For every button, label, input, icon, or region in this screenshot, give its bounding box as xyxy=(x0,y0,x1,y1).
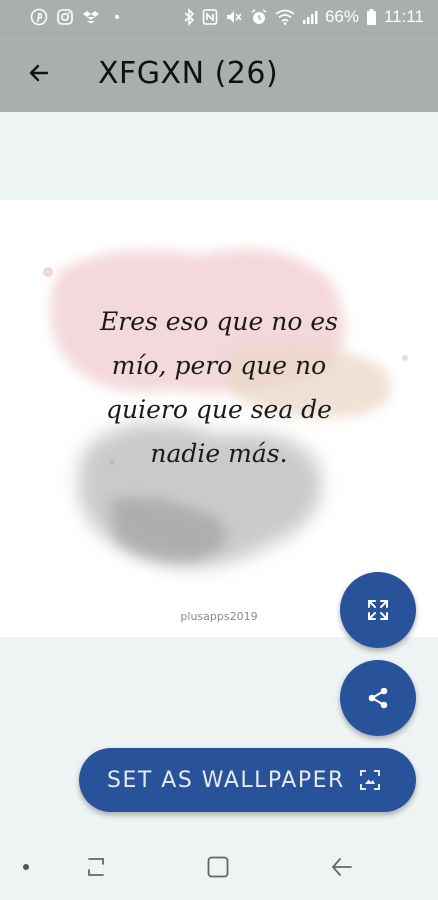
mute-icon xyxy=(225,8,243,26)
app-bar: XFGXN (26) xyxy=(0,34,438,112)
nav-back-button[interactable] xyxy=(312,834,372,900)
alarm-icon xyxy=(250,8,268,26)
pinterest-icon xyxy=(30,8,48,26)
bluetooth-icon xyxy=(183,8,195,26)
system-nav-bar xyxy=(0,834,438,900)
status-left-icons xyxy=(30,8,120,26)
battery-icon xyxy=(366,8,377,26)
notification-dot-icon xyxy=(114,14,120,20)
dot-icon xyxy=(22,863,30,871)
status-right-icons: 66% 11:11 xyxy=(183,7,424,27)
quote-line: nadie más. xyxy=(150,439,288,468)
quote-text: Eres eso que no es mío, pero que no quie… xyxy=(88,300,350,476)
back-icon xyxy=(330,856,354,878)
page-title: XFGXN (26) xyxy=(98,55,279,91)
share-icon xyxy=(365,685,391,711)
arrow-back-icon xyxy=(27,61,51,85)
status-bar: 66% 11:11 xyxy=(0,0,438,34)
share-button[interactable] xyxy=(340,660,416,736)
status-time: 11:11 xyxy=(383,7,424,26)
set-as-wallpaper-button[interactable]: SET AS WALLPAPER xyxy=(79,748,416,812)
signal-icon xyxy=(302,8,318,26)
fullscreen-button[interactable] xyxy=(340,572,416,648)
fullscreen-icon xyxy=(365,597,391,623)
quote-line: Eres eso que no es xyxy=(100,307,338,336)
nav-recents-button[interactable] xyxy=(66,834,126,900)
battery-percent: 66% xyxy=(324,7,359,26)
recents-icon xyxy=(84,856,108,878)
set-as-wallpaper-label: SET AS WALLPAPER xyxy=(107,767,345,793)
nav-dot xyxy=(14,834,38,900)
quote-line: quiero que sea de xyxy=(106,395,332,424)
instagram-icon xyxy=(56,8,74,26)
nfc-icon xyxy=(202,8,218,26)
nav-home-button[interactable] xyxy=(188,834,248,900)
back-button[interactable] xyxy=(0,34,78,112)
home-icon xyxy=(206,855,230,879)
quote-line: mío, pero que no xyxy=(111,351,327,380)
wallpaper-icon xyxy=(359,769,381,791)
wifi-icon xyxy=(275,8,295,26)
dropbox-icon xyxy=(82,8,100,26)
